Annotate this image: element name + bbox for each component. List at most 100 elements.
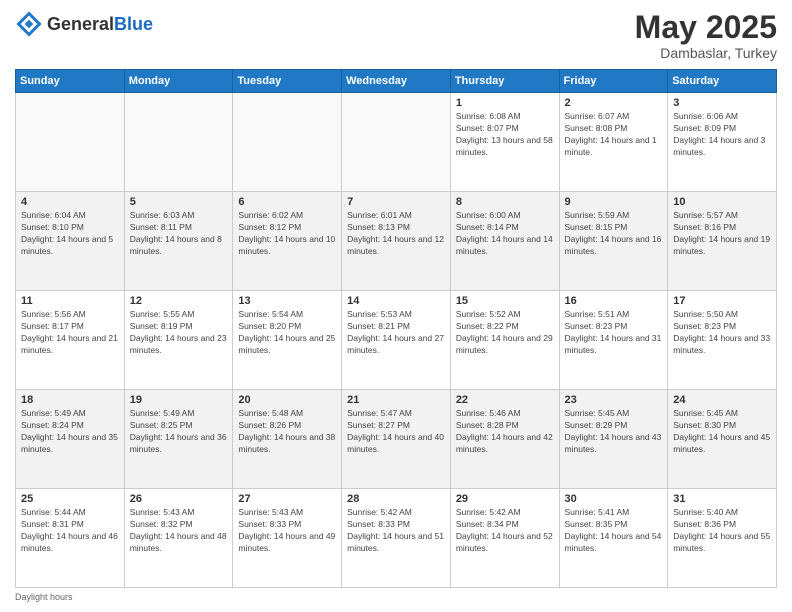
day-number: 18 (21, 394, 119, 406)
col-header-wednesday: Wednesday (342, 70, 451, 93)
day-info: Sunrise: 5:43 AMSunset: 8:32 PMDaylight:… (130, 507, 228, 555)
header: GeneralBlue May 2025 Dambaslar, Turkey (15, 10, 777, 61)
calendar-cell: 14 Sunrise: 5:53 AMSunset: 8:21 PMDayligh… (342, 291, 451, 390)
calendar-cell: 12Sunrise: 5:55 AMSunset: 8:19 PMDayligh… (124, 291, 233, 390)
calendar-header-row: SundayMondayTuesdayWednesdayThursdayFrid… (16, 70, 777, 93)
calendar-cell: 26 Sunrise: 5:43 AMSunset: 8:32 PMDayligh… (124, 489, 233, 588)
calendar-cell (124, 93, 233, 192)
calendar-week-4: 18 Sunrise: 5:49 AMSunset: 8:24 PMDayligh… (16, 390, 777, 489)
day-number: 20 (238, 394, 336, 406)
day-info: Sunrise: 6:03 AMSunset: 8:11 PMDaylight:… (130, 210, 228, 258)
day-info: Sunrise: 5:40 AMSunset: 8:36 PMDaylight:… (673, 507, 771, 555)
day-number: 30 (565, 493, 663, 505)
day-number: 10 (673, 196, 771, 208)
col-header-friday: Friday (559, 70, 668, 93)
day-number: 7 (347, 196, 445, 208)
day-number: 26 (130, 493, 228, 505)
day-info: Sunrise: 5:42 AMSunset: 8:33 PMDaylight:… (347, 507, 445, 555)
day-number: 5 (130, 196, 228, 208)
day-info: Sunrise: 5:47 AMSunset: 8:27 PMDaylight:… (347, 408, 445, 456)
calendar-week-2: 4Sunrise: 6:04 AMSunset: 8:10 PMDaylight… (16, 192, 777, 291)
title-location: Dambaslar, Turkey (635, 45, 777, 61)
day-number: 31 (673, 493, 771, 505)
calendar-cell: 22 Sunrise: 5:46 AMSunset: 8:28 PMDayligh… (450, 390, 559, 489)
day-number: 23 (565, 394, 663, 406)
calendar-cell: 31 Sunrise: 5:40 AMSunset: 8:36 PMDayligh… (668, 489, 777, 588)
calendar-cell: 30 Sunrise: 5:41 AMSunset: 8:35 PMDayligh… (559, 489, 668, 588)
calendar-cell: 7Sunrise: 6:01 AMSunset: 8:13 PMDaylight… (342, 192, 451, 291)
logo-icon (15, 10, 43, 38)
day-info: Sunrise: 5:41 AMSunset: 8:35 PMDaylight:… (565, 507, 663, 555)
calendar-cell: 29 Sunrise: 5:42 AMSunset: 8:34 PMDayligh… (450, 489, 559, 588)
calendar-cell: 15 Sunrise: 5:52 AMSunset: 8:22 PMDayligh… (450, 291, 559, 390)
day-number: 3 (673, 97, 771, 109)
day-info: Sunrise: 5:42 AMSunset: 8:34 PMDaylight:… (456, 507, 554, 555)
title-block: May 2025 Dambaslar, Turkey (635, 10, 777, 61)
calendar-cell: 20 Sunrise: 5:48 AMSunset: 8:26 PMDayligh… (233, 390, 342, 489)
day-info: Sunrise: 5:43 AMSunset: 8:33 PMDaylight:… (238, 507, 336, 555)
day-number: 4 (21, 196, 119, 208)
calendar-table: SundayMondayTuesdayWednesdayThursdayFrid… (15, 69, 777, 588)
calendar-cell: 24 Sunrise: 5:45 AMSunset: 8:30 PMDayligh… (668, 390, 777, 489)
calendar-cell (16, 93, 125, 192)
calendar-cell: 21 Sunrise: 5:47 AMSunset: 8:27 PMDayligh… (342, 390, 451, 489)
calendar-cell: 27 Sunrise: 5:43 AMSunset: 8:33 PMDayligh… (233, 489, 342, 588)
title-month: May 2025 (635, 10, 777, 45)
day-info: Sunrise: 5:52 AMSunset: 8:22 PMDaylight:… (456, 309, 554, 357)
calendar-cell (233, 93, 342, 192)
day-number: 15 (456, 295, 554, 307)
calendar-cell: 4Sunrise: 6:04 AMSunset: 8:10 PMDaylight… (16, 192, 125, 291)
calendar-week-1: 1Sunrise: 6:08 AMSunset: 8:07 PMDaylight… (16, 93, 777, 192)
day-number: 2 (565, 97, 663, 109)
day-info: Sunrise: 5:51 AMSunset: 8:23 PMDaylight:… (565, 309, 663, 357)
col-header-saturday: Saturday (668, 70, 777, 93)
calendar-cell: 1Sunrise: 6:08 AMSunset: 8:07 PMDaylight… (450, 93, 559, 192)
day-info: Sunrise: 6:02 AMSunset: 8:12 PMDaylight:… (238, 210, 336, 258)
day-info: Sunrise: 5:46 AMSunset: 8:28 PMDaylight:… (456, 408, 554, 456)
day-info: Sunrise: 5:48 AMSunset: 8:26 PMDaylight:… (238, 408, 336, 456)
calendar-cell: 8Sunrise: 6:00 AMSunset: 8:14 PMDaylight… (450, 192, 559, 291)
calendar-cell: 3 Sunrise: 6:06 AMSunset: 8:09 PMDaylight… (668, 93, 777, 192)
col-header-sunday: Sunday (16, 70, 125, 93)
day-number: 13 (238, 295, 336, 307)
day-number: 17 (673, 295, 771, 307)
day-info: Sunrise: 6:00 AMSunset: 8:14 PMDaylight:… (456, 210, 554, 258)
calendar-cell: 16 Sunrise: 5:51 AMSunset: 8:23 PMDayligh… (559, 291, 668, 390)
day-info: Sunrise: 5:44 AMSunset: 8:31 PMDaylight:… (21, 507, 119, 555)
logo-blue-text: Blue (114, 14, 153, 34)
day-info: Sunrise: 5:45 AMSunset: 8:30 PMDaylight:… (673, 408, 771, 456)
day-info: Sunrise: 6:07 AMSunset: 8:08 PMDaylight:… (565, 111, 663, 159)
day-number: 14 (347, 295, 445, 307)
day-number: 21 (347, 394, 445, 406)
day-info: Sunrise: 5:55 AMSunset: 8:19 PMDaylight:… (130, 309, 228, 357)
day-number: 11 (21, 295, 119, 307)
calendar-cell: 10 Sunrise: 5:57 AMSunset: 8:16 PMDayligh… (668, 192, 777, 291)
calendar-cell: 19 Sunrise: 5:49 AMSunset: 8:25 PMDayligh… (124, 390, 233, 489)
calendar-cell: 6Sunrise: 6:02 AMSunset: 8:12 PMDaylight… (233, 192, 342, 291)
day-number: 22 (456, 394, 554, 406)
calendar-cell: 11Sunrise: 5:56 AMSunset: 8:17 PMDayligh… (16, 291, 125, 390)
col-header-tuesday: Tuesday (233, 70, 342, 93)
day-number: 19 (130, 394, 228, 406)
col-header-thursday: Thursday (450, 70, 559, 93)
calendar-cell: 5 Sunrise: 6:03 AMSunset: 8:11 PMDaylight… (124, 192, 233, 291)
day-number: 29 (456, 493, 554, 505)
page: GeneralBlue May 2025 Dambaslar, Turkey S… (0, 0, 792, 612)
logo: GeneralBlue (15, 10, 153, 38)
day-number: 27 (238, 493, 336, 505)
calendar-cell (342, 93, 451, 192)
calendar-cell: 9Sunrise: 5:59 AMSunset: 8:15 PMDaylight… (559, 192, 668, 291)
day-number: 28 (347, 493, 445, 505)
day-number: 16 (565, 295, 663, 307)
day-info: Sunrise: 5:54 AMSunset: 8:20 PMDaylight:… (238, 309, 336, 357)
day-info: Sunrise: 5:53 AMSunset: 8:21 PMDaylight:… (347, 309, 445, 357)
day-info: Sunrise: 5:49 AMSunset: 8:25 PMDaylight:… (130, 408, 228, 456)
day-info: Sunrise: 6:06 AMSunset: 8:09 PMDaylight:… (673, 111, 771, 159)
day-info: Sunrise: 5:57 AMSunset: 8:16 PMDaylight:… (673, 210, 771, 258)
day-info: Sunrise: 6:08 AMSunset: 8:07 PMDaylight:… (456, 111, 554, 159)
calendar-cell: 2 Sunrise: 6:07 AMSunset: 8:08 PMDaylight… (559, 93, 668, 192)
day-info: Sunrise: 5:50 AMSunset: 8:23 PMDaylight:… (673, 309, 771, 357)
col-header-monday: Monday (124, 70, 233, 93)
day-number: 24 (673, 394, 771, 406)
day-info: Sunrise: 5:49 AMSunset: 8:24 PMDaylight:… (21, 408, 119, 456)
